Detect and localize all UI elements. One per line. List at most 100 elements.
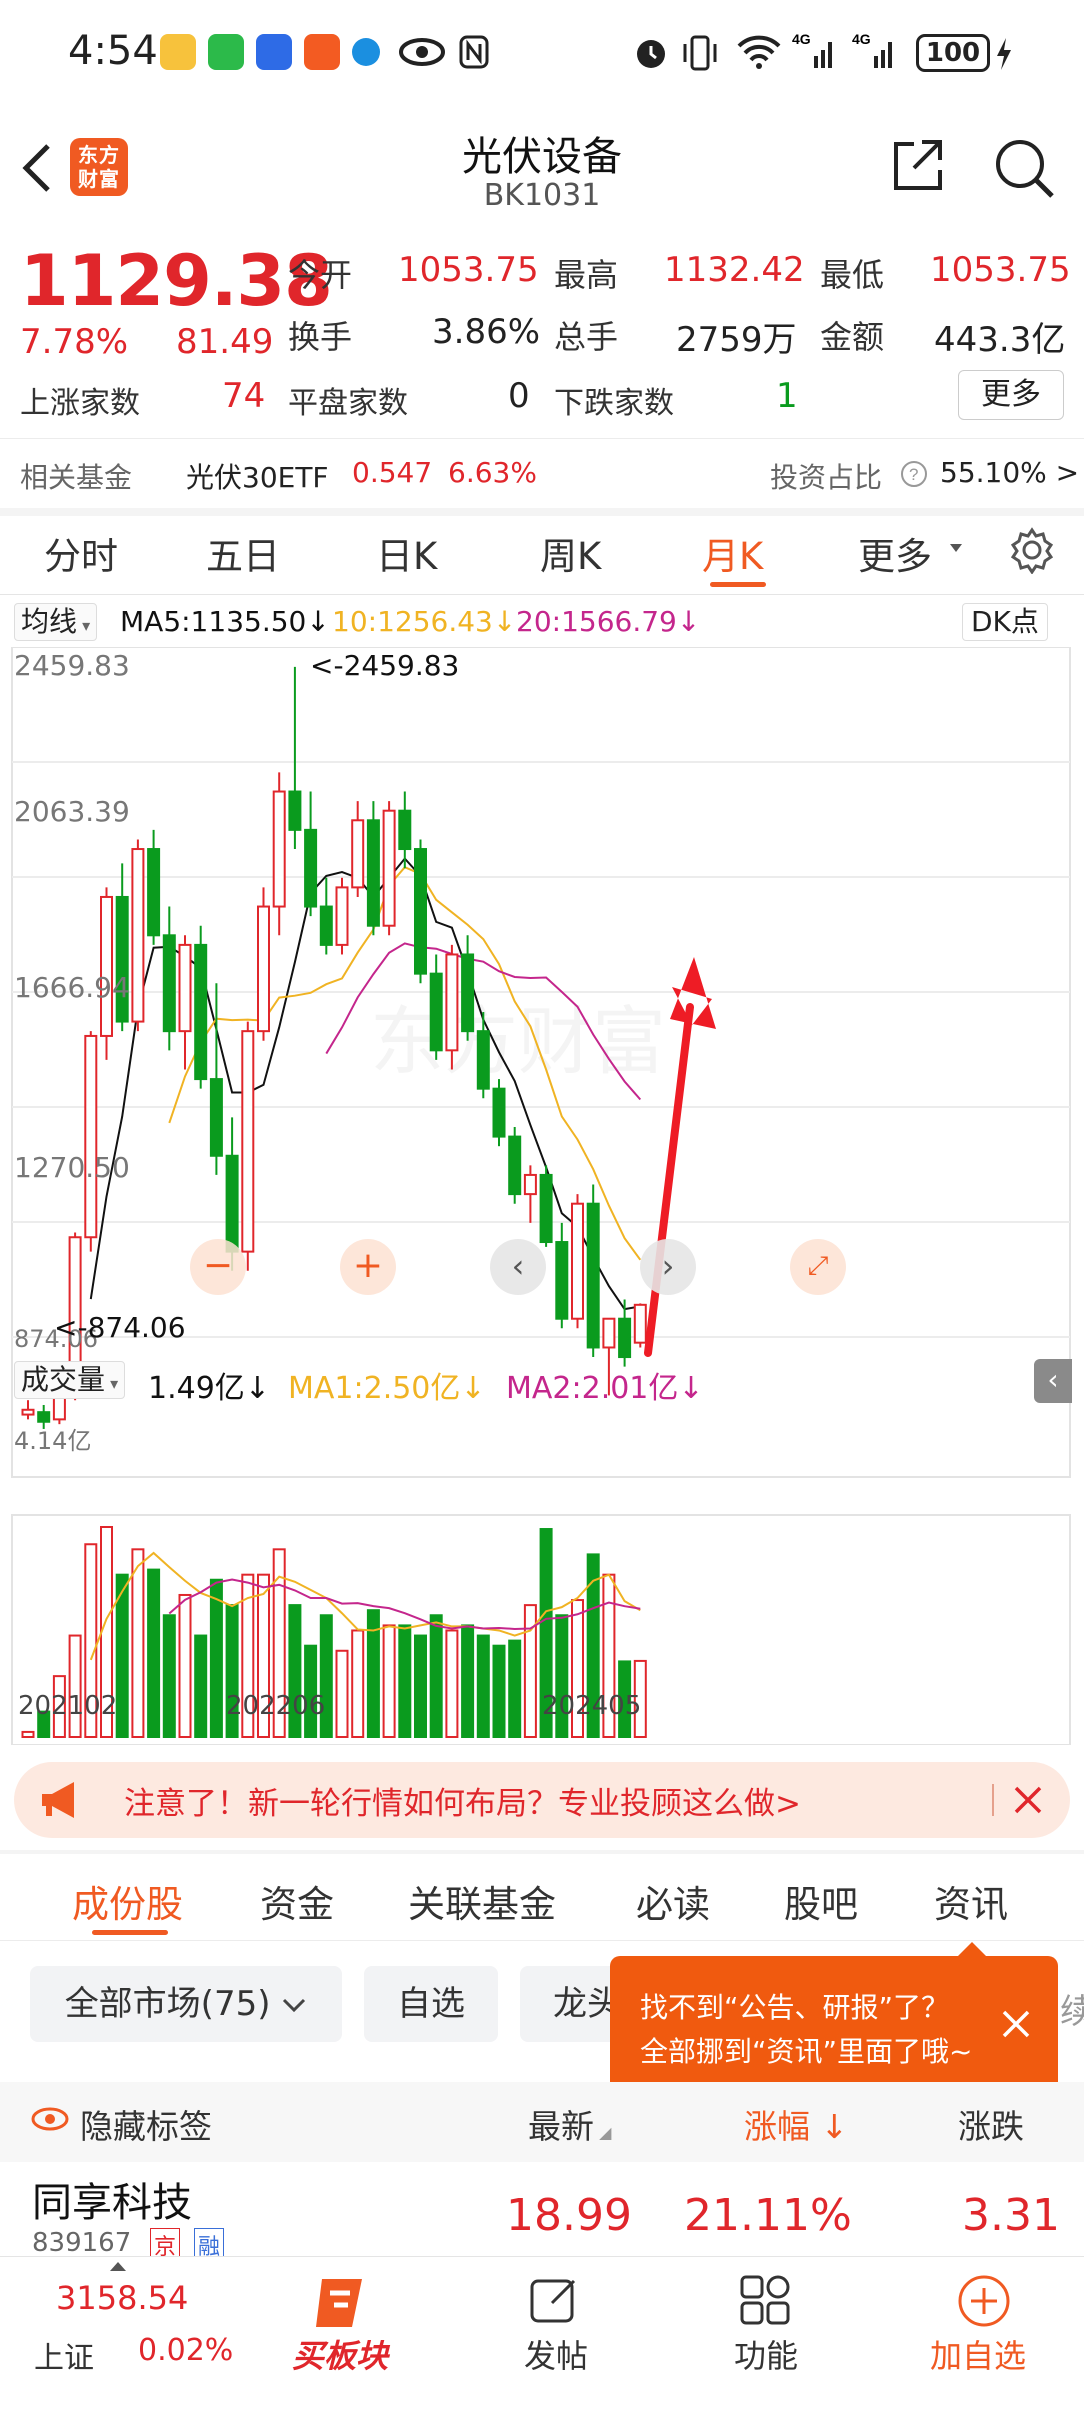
- tab-must-read[interactable]: 必读: [636, 1874, 710, 1928]
- tab-minute[interactable]: 分时: [44, 526, 118, 580]
- edit-icon: [530, 2279, 576, 2323]
- volume-bar: [147, 1568, 161, 1739]
- candle-body: [162, 934, 176, 1033]
- kline-plot[interactable]: 东方财富: [0, 647, 1084, 1745]
- tab-forum[interactable]: 股吧: [784, 1874, 858, 1928]
- candle-body: [571, 1202, 584, 1320]
- volume-label: 总手: [554, 318, 619, 356]
- charging-icon: [997, 38, 1011, 70]
- related-fund-label: 相关基金: [20, 461, 133, 494]
- share-icon[interactable]: [890, 136, 946, 192]
- candle-body: [476, 1030, 490, 1090]
- close-icon[interactable]: [998, 2006, 1034, 2042]
- help-icon[interactable]: ?: [900, 460, 928, 488]
- bottom-nav: 3158.54 上证 0.02% 买板块 发帖 功能 加自选: [0, 2256, 1084, 2412]
- search-icon[interactable]: [992, 136, 1058, 202]
- collapse-panel-button[interactable]: ‹: [1034, 1359, 1072, 1403]
- k-chart[interactable]: 均线 ▾ MA5:1135.50↓ 10:1256.43↓ 20:1566.79…: [0, 595, 1084, 1745]
- nav-functions[interactable]: 功能: [710, 2269, 820, 2405]
- pan-right-button[interactable]: ›: [640, 1239, 696, 1295]
- stock-change: 3.31: [962, 2190, 1060, 2241]
- flat-count-label: 平盘家数: [288, 386, 408, 421]
- zoom-out-button[interactable]: −: [190, 1239, 246, 1295]
- nav-post[interactable]: 发帖: [500, 2269, 610, 2405]
- last-price: 1129.38: [20, 240, 333, 322]
- hide-tags-label[interactable]: 隐藏标签: [80, 2100, 212, 2148]
- low-value: 1053.75: [930, 250, 1071, 290]
- fullscreen-button[interactable]: ⤢: [790, 1239, 846, 1295]
- change-amount: 81.49: [176, 322, 274, 362]
- stock-code: 839167: [32, 2228, 132, 2258]
- settings-gear-icon[interactable]: [1008, 526, 1056, 574]
- pan-left-button[interactable]: ‹: [490, 1239, 546, 1295]
- vol-ma2-label: MA2:2.01亿↓: [506, 1371, 704, 1406]
- volume-bar: [508, 1639, 522, 1738]
- zoom-in-button[interactable]: +: [340, 1239, 396, 1295]
- more-button[interactable]: 更多: [958, 370, 1064, 420]
- related-fund-name[interactable]: 光伏30ETF: [186, 456, 329, 496]
- down-count-value: 1: [776, 376, 798, 416]
- volume-bar: [194, 1634, 208, 1738]
- candle-body: [633, 1303, 647, 1344]
- filter-watchlist[interactable]: 自选: [364, 1966, 498, 2042]
- chevron-down-icon: [950, 544, 962, 552]
- tab-related-funds[interactable]: 关联基金: [408, 1874, 556, 1928]
- candle-body: [131, 848, 145, 1023]
- candle-body: [523, 1173, 537, 1196]
- alarm-icon: [637, 40, 665, 68]
- candle-body: [618, 1317, 632, 1359]
- dk-point-button[interactable]: DK点: [962, 603, 1048, 641]
- volume-bar: [209, 1578, 223, 1738]
- tab-daily-k[interactable]: 日K: [376, 526, 437, 580]
- col-latest[interactable]: 最新 ◢: [528, 2100, 611, 2148]
- volume-bar: [476, 1634, 490, 1738]
- eye-icon[interactable]: [30, 2104, 70, 2134]
- status-time: 4:54: [68, 28, 158, 74]
- candle-body: [225, 1154, 239, 1253]
- nav-add-watchlist[interactable]: 加自选: [920, 2269, 1050, 2405]
- volume-bar: [351, 1629, 365, 1739]
- index-value[interactable]: 3158.54: [56, 2279, 188, 2317]
- candle-body: [84, 1034, 98, 1239]
- ma-selector[interactable]: 均线 ▾: [14, 603, 98, 641]
- index-name[interactable]: 上证: [34, 2333, 94, 2377]
- candle-body: [539, 1173, 553, 1244]
- app-icon: [256, 34, 292, 70]
- ma5-label: MA5:1135.50↓: [120, 605, 330, 638]
- col-change-pct[interactable]: 涨幅 ↓: [744, 2100, 848, 2148]
- volume-value: 1.49亿↓: [148, 1371, 270, 1406]
- candle-body: [508, 1135, 522, 1196]
- banner-text: 注意了！新一轮行情如何布局？专业投顾这么做>: [124, 1786, 801, 1822]
- tab-five-day[interactable]: 五日: [206, 526, 280, 580]
- candle-body: [100, 895, 113, 1037]
- volume-bar: [178, 1593, 192, 1738]
- news-tooltip[interactable]: 找不到“公告、研报”了？ 全部挪到“资讯”里面了哦~: [610, 1942, 1058, 2100]
- tab-weekly-k[interactable]: 周K: [540, 526, 601, 580]
- tab-monthly-k[interactable]: 月K: [702, 526, 763, 580]
- candle-body: [586, 1202, 600, 1349]
- close-icon[interactable]: [1008, 1780, 1048, 1820]
- filter-all-markets[interactable]: 全部市场(75): [30, 1966, 342, 2042]
- volume-bar: [398, 1624, 412, 1739]
- invest-ratio-value[interactable]: 55.10% >: [940, 456, 1079, 489]
- table-row[interactable]: 同享科技 839167 京 融 18.99 21.11% 3.31: [0, 2162, 1084, 2262]
- tab-capital[interactable]: 资金: [260, 1874, 334, 1928]
- tab-constituents[interactable]: 成份股: [72, 1874, 183, 1928]
- tab-news[interactable]: 资讯: [934, 1874, 1008, 1928]
- nav-buy-sector[interactable]: 买板块: [280, 2269, 400, 2405]
- signal-icon-1: 4G: [792, 31, 832, 68]
- tab-more[interactable]: 更多: [858, 526, 932, 580]
- volume-selector[interactable]: 成交量 ▾: [14, 1361, 126, 1399]
- candle-body: [351, 819, 365, 889]
- watermark: 东方财富: [370, 999, 666, 1085]
- promo-banner[interactable]: 注意了！新一轮行情如何布局？专业投顾这么做>: [14, 1762, 1070, 1838]
- nav-functions-label: 功能: [734, 2337, 799, 2375]
- volume-bar: [68, 1634, 82, 1738]
- col-change[interactable]: 涨跌: [958, 2100, 1024, 2148]
- candle-body: [382, 809, 396, 927]
- stock-latest: 18.99: [506, 2190, 632, 2241]
- turnover-rate-value: 3.86%: [432, 312, 541, 352]
- weibo-icon: [160, 34, 196, 70]
- candle-body: [288, 790, 302, 831]
- vol-max-tick: 4.14亿: [14, 1427, 92, 1455]
